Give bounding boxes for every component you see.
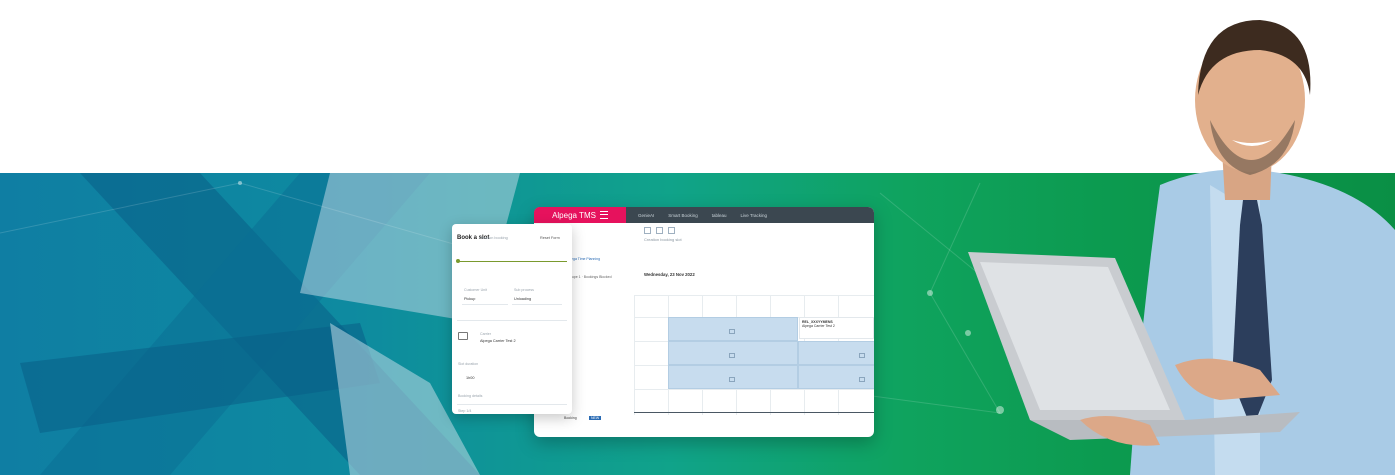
brand-logo[interactable]: Alpega TMS — [534, 207, 626, 223]
divider — [634, 412, 874, 413]
customer-unit-select[interactable]: Pickup — [464, 297, 475, 301]
truck-icon — [729, 377, 735, 382]
booked-slot[interactable] — [668, 365, 798, 389]
book-slot-panel: Book a slot Creation booking Reset Form … — [452, 224, 572, 414]
person-with-laptop-photo — [968, 20, 1395, 475]
toolbar-label: Creation booking slot — [644, 237, 682, 242]
progress-bar — [457, 261, 567, 262]
truck-icon — [859, 353, 865, 358]
list-icon[interactable] — [668, 227, 676, 234]
toolbar — [644, 227, 679, 235]
grid-icon[interactable] — [656, 227, 664, 234]
calendar-icon[interactable] — [644, 227, 651, 234]
brand-name: Alpega TMS — [552, 210, 596, 220]
customer-unit-label: Customer Unit — [464, 288, 487, 292]
carrier-value: Alpega Carrier Test 2 — [480, 339, 516, 343]
slot-duration-value[interactable]: 1h00 — [466, 376, 474, 380]
bottom-label: Booking — [564, 416, 577, 420]
schedule-grid — [634, 295, 874, 415]
nav-item-tableau[interactable]: tableau — [712, 213, 727, 218]
booked-slot[interactable] — [668, 341, 798, 365]
sub-process-select[interactable]: Unloading — [514, 297, 531, 301]
new-badge: NEW — [589, 416, 602, 420]
slot-duration-label: Slot duration — [458, 362, 479, 366]
nav-item-smart-booking[interactable]: Smart Booking — [668, 213, 698, 218]
selected-slot-subtitle: Alpega Carrier Test 2 — [802, 324, 835, 328]
sub-process-label: Sub process — [514, 288, 534, 292]
truck-icon — [729, 329, 735, 334]
step-indicator: Step 1/4 — [458, 409, 472, 413]
progress-step-dot — [456, 259, 460, 263]
tms-app-window: Alpega TMS GenieAI Smart Booking tableau… — [534, 207, 874, 437]
nav-item-live-tracking[interactable]: Live Tracking — [741, 213, 768, 218]
planning-link[interactable]: Alpega Time Planning — [566, 257, 621, 262]
top-nav: GenieAI Smart Booking tableau Live Track… — [638, 213, 767, 218]
truck-icon — [729, 353, 735, 358]
truck-icon — [458, 332, 468, 340]
app-top-bar: Alpega TMS GenieAI Smart Booking tableau… — [534, 207, 874, 223]
panel-subtitle: Creation booking — [479, 236, 508, 240]
selected-slot-card[interactable]: REL_XXXYYMENS Alpega Carrier Test 2 — [799, 317, 874, 339]
truck-icon — [859, 377, 865, 382]
booked-slot[interactable] — [668, 317, 798, 341]
booked-slot[interactable] — [798, 341, 874, 365]
booking-details-label: Booking details — [458, 394, 483, 398]
nav-item-genieai[interactable]: GenieAI — [638, 213, 654, 218]
date-heading: Wednesday, 23 Nov 2022 — [644, 272, 695, 277]
reset-form-button[interactable]: Reset Form — [540, 236, 560, 240]
booked-slot[interactable] — [798, 365, 874, 389]
menu-icon[interactable] — [599, 211, 608, 219]
carrier-label: Carrier — [480, 332, 491, 336]
planning-status: Groupe 1 · Bookings Blocked — [566, 275, 612, 279]
